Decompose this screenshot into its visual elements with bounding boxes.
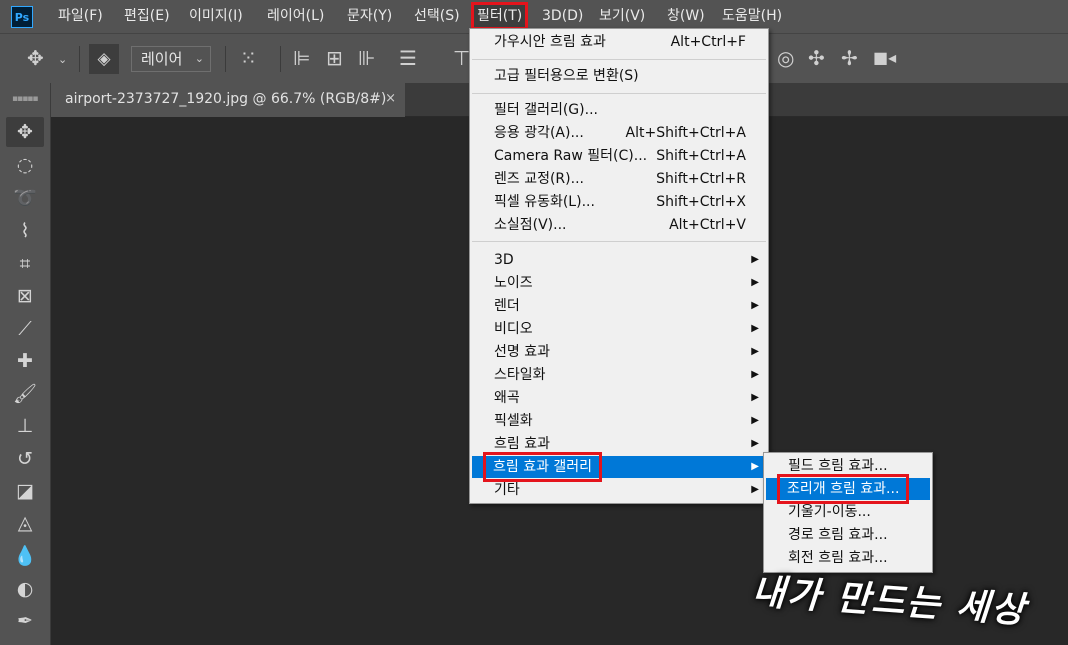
healing-brush-tool-icon[interactable]: ✚ <box>6 346 44 376</box>
move-tool-icon[interactable]: ✥ <box>6 117 44 147</box>
menu-item-blur[interactable]: 흐림 효과 ▶ <box>472 433 766 455</box>
menu-window[interactable]: 창(W) <box>664 5 708 27</box>
menu-item-camera-raw-filter[interactable]: Camera Raw 필터(C)... Shift+Ctrl+A <box>472 145 766 167</box>
quick-select-tool-icon[interactable]: ⌇ <box>6 216 44 246</box>
submenu-arrow-icon: ▶ <box>751 461 759 472</box>
pan-3d-icon[interactable]: ✣ <box>808 48 825 68</box>
history-brush-tool-icon[interactable]: ↺ <box>6 444 44 474</box>
close-icon[interactable]: × <box>385 83 396 115</box>
menu-item-other[interactable]: 기타 ▶ <box>472 479 766 501</box>
eraser-tool-icon[interactable]: ◪ <box>6 476 44 506</box>
align-left-icon[interactable]: ⊫ <box>293 48 310 68</box>
panel-grip-icon[interactable]: ▪▪▪▪▪ <box>12 94 38 104</box>
menu-item-sharpen[interactable]: 선명 효과 ▶ <box>472 341 766 363</box>
clone-stamp-tool-icon[interactable]: ⊥ <box>6 411 44 441</box>
align-right-icon[interactable]: ⊪ <box>358 48 375 68</box>
chevron-down-icon[interactable]: ⌄ <box>58 50 67 70</box>
submenu-arrow-icon: ▶ <box>751 369 759 380</box>
frame-tool-icon[interactable]: ⊠ <box>6 281 44 311</box>
filter-menu: 가우시안 흐림 효과 Alt+Ctrl+F 고급 필터용으로 변환(S) 필터 갤… <box>469 28 769 504</box>
submenu-arrow-icon: ▶ <box>751 323 759 334</box>
photoshop-logo[interactable]: Ps <box>11 6 33 28</box>
submenu-arrow-icon: ▶ <box>751 300 759 311</box>
auto-select-target-value: 레이어 <box>141 50 183 68</box>
menu-item-distort[interactable]: 왜곡 ▶ <box>472 387 766 409</box>
align-top-icon[interactable]: ☰ <box>399 48 417 68</box>
menu-item-noise[interactable]: 노이즈 ▶ <box>472 272 766 294</box>
submenu-arrow-icon: ▶ <box>751 438 759 449</box>
submenu-item-tilt-shift[interactable]: 기울기-이동... <box>766 501 930 523</box>
crop-tool-icon[interactable]: ⌗ <box>6 249 44 279</box>
document-title: airport-2373727_1920.jpg @ 66.7% (RGB/8#… <box>65 91 387 107</box>
menu-item-liquify[interactable]: 픽셀 유동화(L)... Shift+Ctrl+X <box>472 191 766 213</box>
chevron-down-icon: ⌄ <box>194 52 204 65</box>
blur-tool-icon[interactable]: 💧 <box>6 541 44 571</box>
blur-gallery-submenu: 필드 흐림 효과... 조리개 흐림 효과... 기울기-이동... 경로 흐림… <box>763 452 933 573</box>
submenu-item-iris-blur[interactable]: 조리개 흐림 효과... <box>766 474 930 504</box>
menu-layer[interactable]: 레이어(L) <box>264 5 327 27</box>
menu-3d[interactable]: 3D(D) <box>539 5 586 27</box>
camera-3d-icon[interactable]: ■◂ <box>873 48 896 68</box>
submenu-arrow-icon: ▶ <box>751 346 759 357</box>
document-tab[interactable]: airport-2373727_1920.jpg @ 66.7% (RGB/8#… <box>51 83 405 117</box>
menu-image[interactable]: 이미지(I) <box>186 5 246 27</box>
menu-item-render[interactable]: 렌더 ▶ <box>472 295 766 317</box>
menu-item-blur-gallery[interactable]: 흐림 효과 갤러리 ▶ <box>472 452 766 482</box>
menu-item-gaussian-blur[interactable]: 가우시안 흐림 효과 Alt+Ctrl+F <box>472 31 766 53</box>
menu-item-stylize[interactable]: 스타일화 ▶ <box>472 364 766 386</box>
auto-select-target-dropdown[interactable]: 레이어 ⌄ <box>131 46 211 72</box>
menu-filter[interactable]: 필터(T) <box>470 2 529 30</box>
menu-type[interactable]: 문자(Y) <box>344 5 395 27</box>
menu-item-lens-correction[interactable]: 렌즈 교정(R)... Shift+Ctrl+R <box>472 168 766 190</box>
orbit-3d-icon[interactable]: ◎ <box>777 48 794 68</box>
pen-tool-icon[interactable]: ✒ <box>6 606 44 636</box>
align-bottom-icon[interactable]: ⊤ <box>453 48 470 68</box>
eyedropper-tool-icon[interactable]: ⟋ <box>6 314 44 344</box>
menu-item-filter-gallery[interactable]: 필터 갤러리(G)... <box>472 99 766 121</box>
submenu-arrow-icon: ▶ <box>751 484 759 495</box>
submenu-item-path-blur[interactable]: 경로 흐림 효과... <box>766 524 930 546</box>
align-center-icon[interactable]: ⊞ <box>326 48 343 68</box>
transform-controls-icon[interactable]: ⁙ <box>240 48 257 68</box>
submenu-item-field-blur[interactable]: 필드 흐림 효과... <box>766 455 930 477</box>
menu-item-video[interactable]: 비디오 ▶ <box>472 318 766 340</box>
submenu-arrow-icon: ▶ <box>751 392 759 403</box>
move-tool-icon[interactable]: ✥ <box>27 48 44 68</box>
auto-select-layers-icon[interactable]: ◈ <box>89 44 119 74</box>
dodge-tool-icon[interactable]: ◐ <box>6 574 44 604</box>
menu-select[interactable]: 선택(S) <box>411 5 463 27</box>
marquee-tool-icon[interactable]: ◌ <box>6 150 44 180</box>
submenu-arrow-icon: ▶ <box>751 277 759 288</box>
slide-3d-icon[interactable]: ✢ <box>841 48 858 68</box>
paint-bucket-tool-icon[interactable]: ◬ <box>6 508 44 538</box>
lasso-tool-icon[interactable]: ➰ <box>6 183 44 213</box>
menu-item-3d[interactable]: 3D ▶ <box>472 249 766 271</box>
menu-item-adaptive-wide-angle[interactable]: 응용 광각(A)... Alt+Shift+Ctrl+A <box>472 122 766 144</box>
menu-help[interactable]: 도움말(H) <box>719 5 785 27</box>
menu-file[interactable]: 파일(F) <box>55 5 106 27</box>
menu-view[interactable]: 보기(V) <box>596 5 648 27</box>
submenu-arrow-icon: ▶ <box>751 254 759 265</box>
menu-item-vanishing-point[interactable]: 소실점(V)... Alt+Ctrl+V <box>472 214 766 236</box>
brush-tool-icon[interactable]: 🖌 <box>6 379 44 409</box>
menu-edit[interactable]: 편집(E) <box>121 5 173 27</box>
menu-item-convert-smart-filters[interactable]: 고급 필터용으로 변환(S) <box>472 65 766 87</box>
menu-item-pixelate[interactable]: 픽셀화 ▶ <box>472 410 766 432</box>
submenu-arrow-icon: ▶ <box>751 415 759 426</box>
